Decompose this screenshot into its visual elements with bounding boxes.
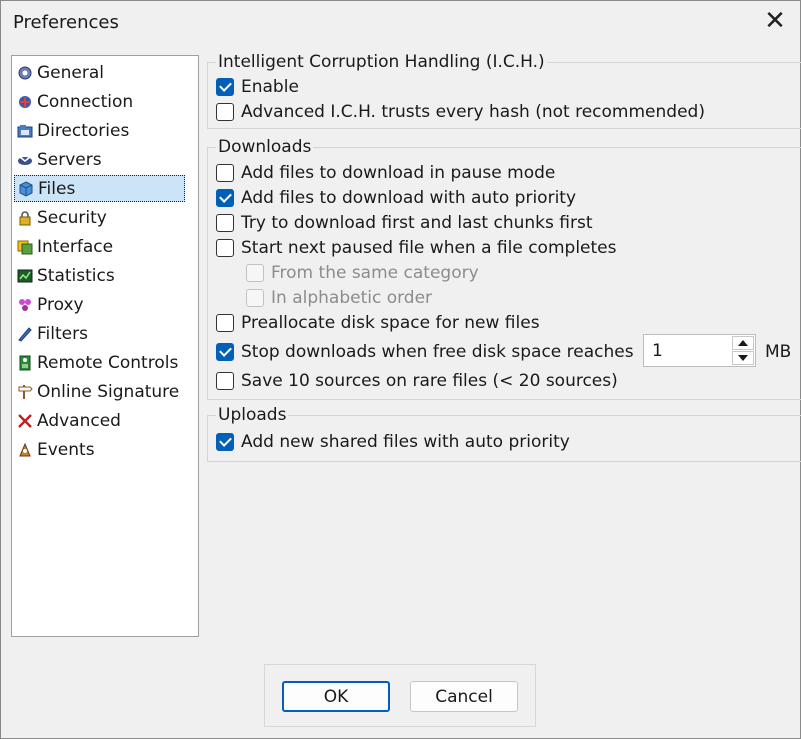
nav-item-label: Statistics [37, 265, 115, 286]
first-last-chunks-option[interactable]: Try to download first and last chunks fi… [216, 213, 593, 233]
nav-item-label: Proxy [37, 294, 84, 315]
nav-item-servers[interactable]: Servers [14, 146, 185, 173]
alphabetic-order-option[interactable]: In alphabetic order [246, 288, 432, 308]
filters-icon [16, 325, 34, 343]
free-space-unit: MB [765, 342, 792, 362]
auto-priority-upload-option[interactable]: Add new shared files with auto priority [216, 432, 570, 452]
events-icon [16, 441, 34, 459]
interface-icon [16, 238, 34, 256]
alphabetic-order-checkbox[interactable] [246, 289, 264, 307]
stepper-down-button[interactable] [732, 351, 754, 365]
ich-enable-checkbox[interactable] [216, 78, 234, 96]
stop-on-free-space-label: Stop downloads when free disk space reac… [241, 342, 634, 362]
directories-icon [16, 122, 34, 140]
nav-item-label: Interface [37, 236, 114, 257]
general-icon [16, 64, 34, 82]
downloads-group-title: Downloads [216, 137, 314, 157]
save-sources-option[interactable]: Save 10 sources on rare files (< 20 sour… [216, 371, 618, 391]
auto-priority-download-label: Add files to download with auto priority [241, 188, 577, 208]
ich-trust-hash-option[interactable]: Advanced I.C.H. trusts every hash (not r… [216, 102, 705, 122]
first-last-chunks-checkbox[interactable] [216, 214, 234, 232]
stop-on-free-space-checkbox[interactable] [216, 343, 234, 361]
save-sources-label: Save 10 sources on rare files (< 20 sour… [241, 371, 618, 391]
start-next-paused-checkbox[interactable] [216, 239, 234, 257]
nav-item-files[interactable]: Files [14, 175, 185, 202]
save-sources-checkbox[interactable] [216, 372, 234, 390]
advanced-icon [16, 412, 34, 430]
nav-item-label: Connection [37, 91, 134, 112]
preallocate-option[interactable]: Preallocate disk space for new files [216, 313, 540, 333]
nav-item-events[interactable]: Events [14, 436, 185, 463]
triangle-up-icon [738, 340, 748, 346]
nav-item-online-signature[interactable]: Online Signature [14, 378, 185, 405]
nav-item-security[interactable]: Security [14, 204, 185, 231]
free-space-input[interactable]: 1 [652, 341, 663, 361]
same-category-label: From the same category [271, 263, 479, 283]
remote-controls-icon [16, 354, 34, 372]
nav-item-statistics[interactable]: Statistics [14, 262, 185, 289]
nav-item-label: Remote Controls [37, 352, 179, 373]
pause-mode-label: Add files to download in pause mode [241, 163, 556, 183]
nav-item-proxy[interactable]: Proxy [14, 291, 185, 318]
stepper-up-button[interactable] [732, 336, 754, 350]
nav-item-label: Security [37, 207, 107, 228]
nav-item-general[interactable]: General [14, 59, 185, 86]
nav-item-interface[interactable]: Interface [14, 233, 185, 260]
ok-button[interactable]: OK [282, 681, 390, 712]
nav-item-label: Files [38, 178, 76, 199]
same-category-checkbox[interactable] [246, 264, 264, 282]
signpost-icon [16, 383, 34, 401]
window-title: Preferences [13, 12, 119, 33]
ich-enable-option[interactable]: Enable [216, 77, 299, 97]
start-next-paused-label: Start next paused file when a file compl… [241, 238, 617, 258]
category-list[interactable]: General Connection Directories Servers F… [11, 55, 199, 637]
same-category-option[interactable]: From the same category [246, 263, 479, 283]
ich-trust-hash-label: Advanced I.C.H. trusts every hash (not r… [241, 102, 705, 122]
servers-icon [16, 151, 34, 169]
start-next-paused-option[interactable]: Start next paused file when a file compl… [216, 238, 616, 258]
preferences-window: Preferences ✕ General Connection Directo… [0, 0, 801, 739]
ich-group-title: Intelligent Corruption Handling (I.C.H.) [216, 52, 547, 72]
lock-icon [16, 209, 34, 227]
nav-item-remote-controls[interactable]: Remote Controls [14, 349, 185, 376]
connection-icon [16, 93, 34, 111]
uploads-group-title: Uploads [216, 405, 289, 425]
nav-item-filters[interactable]: Filters [14, 320, 185, 347]
nav-item-label: Filters [37, 323, 88, 344]
stop-on-free-space-option[interactable]: Stop downloads when free disk space reac… [216, 342, 634, 362]
ich-trust-hash-checkbox[interactable] [216, 103, 234, 121]
nav-item-label: Online Signature [37, 381, 180, 402]
cancel-button[interactable]: Cancel [410, 681, 518, 712]
nav-item-label: Advanced [37, 410, 121, 431]
nav-item-label: Events [37, 439, 95, 460]
files-icon [17, 180, 35, 198]
stepper-buttons [732, 336, 754, 365]
triangle-down-icon [738, 355, 748, 361]
preallocate-label: Preallocate disk space for new files [241, 313, 540, 333]
pause-mode-checkbox[interactable] [216, 164, 234, 182]
auto-priority-download-option[interactable]: Add files to download with auto priority [216, 188, 576, 208]
nav-item-label: General [37, 62, 104, 83]
nav-item-label: Servers [37, 149, 102, 170]
auto-priority-upload-label: Add new shared files with auto priority [241, 432, 570, 452]
ich-enable-label: Enable [241, 77, 299, 97]
nav-item-advanced[interactable]: Advanced [14, 407, 185, 434]
auto-priority-upload-checkbox[interactable] [216, 433, 234, 451]
first-last-chunks-label: Try to download first and last chunks fi… [241, 213, 593, 233]
title-bar: Preferences ✕ [1, 1, 800, 45]
auto-priority-download-checkbox[interactable] [216, 189, 234, 207]
nav-item-label: Directories [37, 120, 130, 141]
nav-item-connection[interactable]: Connection [14, 88, 185, 115]
button-bar: OK Cancel [264, 664, 536, 727]
nav-item-directories[interactable]: Directories [14, 117, 185, 144]
free-space-stepper[interactable]: 1 [643, 334, 756, 367]
alphabetic-order-label: In alphabetic order [271, 288, 433, 308]
pause-mode-option[interactable]: Add files to download in pause mode [216, 163, 555, 183]
preallocate-checkbox[interactable] [216, 314, 234, 332]
close-icon[interactable]: ✕ [764, 8, 786, 34]
proxy-icon [16, 296, 34, 314]
statistics-icon [16, 267, 34, 285]
